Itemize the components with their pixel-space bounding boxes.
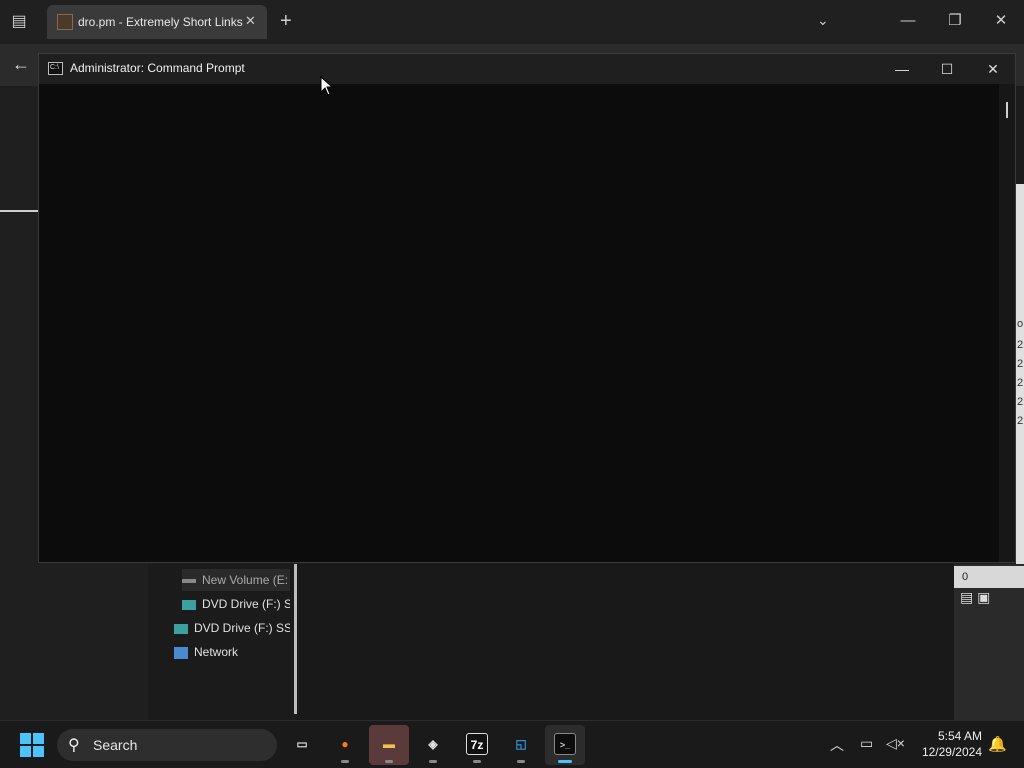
installer-icon: ◈ [428,737,438,751]
right-column-label: 2 [1017,358,1024,370]
taskbar-app-installer[interactable]: ◈ [413,725,453,765]
nav-item-network[interactable]: Network [174,641,290,663]
cmd-close-button[interactable]: ✕ [973,58,1013,80]
nav-item-dvd-drive-1[interactable]: DVD Drive (F:) S [182,593,290,615]
7zip-icon: 7z [466,733,488,755]
tab-actions-icon[interactable]: ▤ [8,12,30,32]
running-indicator [385,760,393,763]
browser-close-button[interactable]: ✕ [986,10,1016,32]
dvd-icon [182,599,196,610]
cmd-titlebar[interactable]: C:\ Administrator: Command Prompt — ☐ ✕ [39,54,1015,84]
cmd-scroll-thumb[interactable] [1006,102,1008,118]
new-tab-button[interactable]: + [280,10,292,32]
taskbar-search-box[interactable]: ⚲ Search [57,729,277,761]
network-status-icon[interactable]: ▭ [860,735,873,752]
network-icon [174,646,188,659]
taskbar-app-command-prompt[interactable]: >_ [545,725,585,765]
search-icon: ⚲ [68,737,80,754]
mouse-cursor-icon [320,76,334,96]
back-button[interactable]: ← [12,54,30,75]
running-indicator [558,760,572,763]
drive-icon [182,578,196,583]
tab-title: dro.pm - Extremely Short Links [78,15,243,29]
clock-date[interactable]: 12/29/2024 [918,745,982,759]
tab-list-chevron-icon[interactable]: ⌄ [817,12,829,29]
navigation-pane: New Volume (E: DVD Drive (F:) S DVD Driv… [148,564,296,720]
nav-item-new-volume[interactable]: New Volume (E: [182,569,290,591]
taskbar-app-file-explorer[interactable]: ▬ [369,725,409,765]
right-column-label: 2 [1017,415,1024,427]
cmd-console-area[interactable] [39,84,999,562]
browser-restore-button[interactable]: ❐ [940,10,970,32]
right-column-label: 2 [1017,377,1024,389]
cmd-icon: C:\ [48,62,63,75]
cmd-minimize-button[interactable]: — [882,58,922,80]
tab-dro-pm[interactable]: dro.pm - Extremely Short Links ✕ [47,5,267,39]
right-column-label: o [1017,318,1024,330]
command-prompt-icon: >_ [554,733,576,755]
notification-bell-icon[interactable]: 🔔 [988,735,1007,753]
clock-time[interactable]: 5:54 AM [918,729,982,743]
right-column-label: 2 [1017,396,1024,408]
browser-tabbar: ▤ dro.pm - Extremely Short Links ✕ + ⌄ —… [0,0,1024,44]
status-count: 0 [954,566,1024,588]
taskbar-app-7zip[interactable]: 7z [457,725,497,765]
nav-item-label: New Volume (E: [202,573,289,587]
background-scrollbar[interactable] [1016,184,1024,564]
tab-close-icon[interactable]: ✕ [245,13,256,29]
cmd-title: Administrator: Command Prompt [70,61,245,75]
pane-splitter[interactable] [294,564,297,714]
virtualbox-icon: ◱ [515,737,527,751]
taskbar: ⚲ Search ︿ ▭ ◁× 5:54 AM 12/29/2024 🔔 ▭ ● ▬… [0,720,1024,768]
browser-minimize-button[interactable]: — [893,10,923,32]
windows-logo-icon [20,733,31,744]
view-toggle-icons[interactable]: ▤ ▣ [960,589,990,606]
nav-item-label: DVD Drive (F:) S [202,597,290,611]
nav-item-label: DVD Drive (F:) SSS [194,621,290,635]
right-column-label: 2 [1017,339,1024,351]
running-indicator [341,760,349,763]
dvd-icon [174,623,188,634]
chevron-up-icon[interactable]: ︿ [830,735,844,755]
volume-muted-icon[interactable]: ◁× [886,735,905,752]
taskbar-app-firefox[interactable]: ● [325,725,365,765]
favicon-icon [57,14,73,30]
running-indicator [429,760,437,763]
file-explorer-icon: ▬ [383,737,395,751]
firefox-icon: ● [341,737,349,751]
nav-item-dvd-drive-2[interactable]: DVD Drive (F:) SSS [174,617,290,639]
nav-item-label: Network [194,645,239,659]
file-explorer-window: New Volume (E: DVD Drive (F:) S DVD Driv… [148,564,954,720]
running-indicator [517,760,525,763]
divider [0,210,40,212]
cmd-maximize-button[interactable]: ☐ [927,58,967,80]
running-indicator [473,760,481,763]
start-button[interactable] [20,733,44,757]
taskbar-app-virtualbox[interactable]: ◱ [501,725,541,765]
task-view-icon: ▭ [296,737,308,751]
taskbar-app-task-view[interactable]: ▭ [282,725,322,765]
cmd-scrollbar[interactable] [999,84,1015,562]
search-label: Search [93,737,138,753]
command-prompt-window[interactable]: C:\ Administrator: Command Prompt — ☐ ✕ [38,53,1016,563]
